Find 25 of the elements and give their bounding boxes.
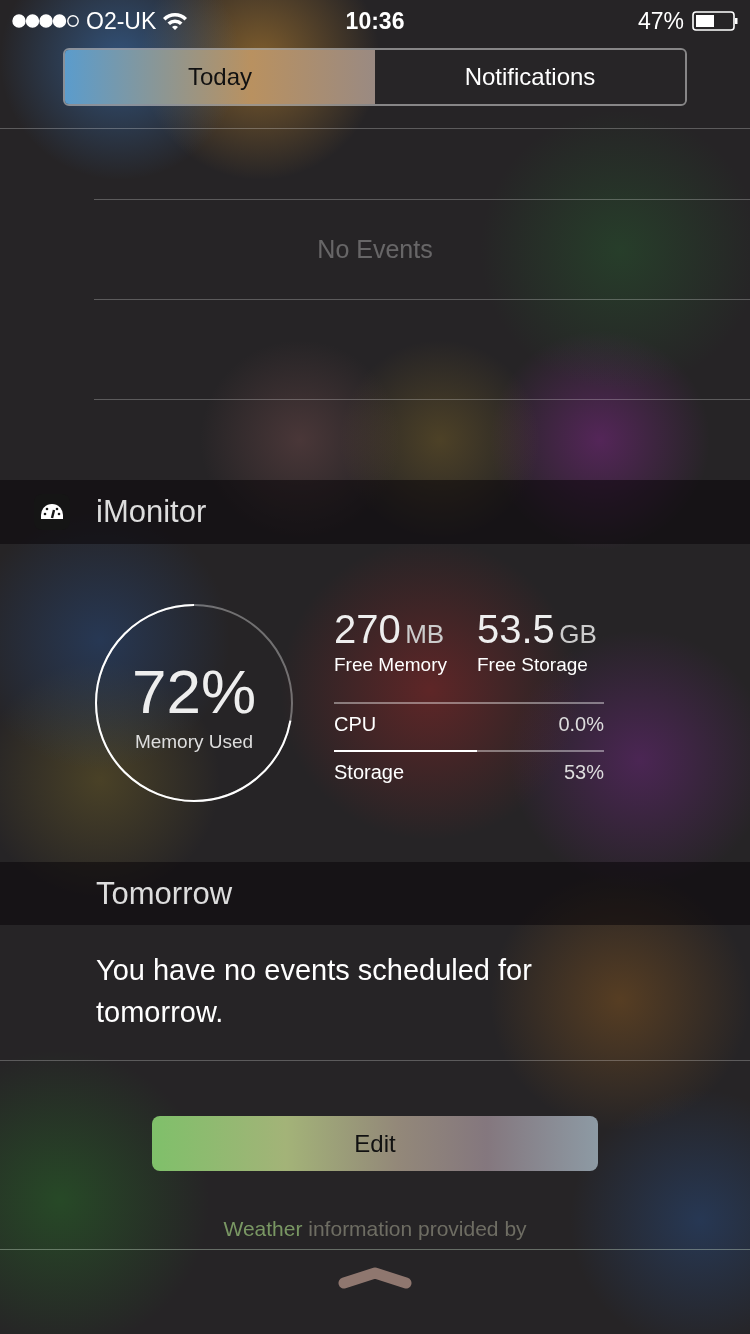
meter-reading: 0.0% xyxy=(558,712,604,736)
stat-unit: GB xyxy=(559,618,597,649)
meter-label: Storage xyxy=(334,760,405,784)
wifi-icon xyxy=(162,11,189,31)
section-title: Tomorrow xyxy=(96,875,233,912)
meter-reading: 53% xyxy=(563,760,604,784)
carrier-name: O2-UK xyxy=(86,7,157,35)
stat-value: 270 xyxy=(334,606,401,651)
stat-label: Free Storage xyxy=(476,653,589,676)
battery-icon xyxy=(692,11,738,31)
clock-time: 10:36 xyxy=(345,7,405,35)
attribution-text: Weather information provided by xyxy=(0,1217,750,1250)
signal-icon xyxy=(12,14,80,28)
stat-label: Free Memory xyxy=(334,653,447,676)
memory-label: Memory Used xyxy=(134,731,254,753)
stat-value: 53.5 xyxy=(476,606,555,651)
stat-unit: MB xyxy=(405,618,445,649)
widget-title: iMonitor xyxy=(96,494,207,530)
tab[interactable]: Today xyxy=(65,50,375,104)
battery-percent: 47% xyxy=(637,7,684,35)
memory-percent: 72% xyxy=(131,661,257,723)
meter-label: CPU xyxy=(334,712,377,736)
no-events-message: You have no events scheduled for tomorrow. xyxy=(0,925,750,1061)
weather-link[interactable]: Weather xyxy=(223,1217,303,1240)
empty-message: No Events xyxy=(317,235,433,264)
